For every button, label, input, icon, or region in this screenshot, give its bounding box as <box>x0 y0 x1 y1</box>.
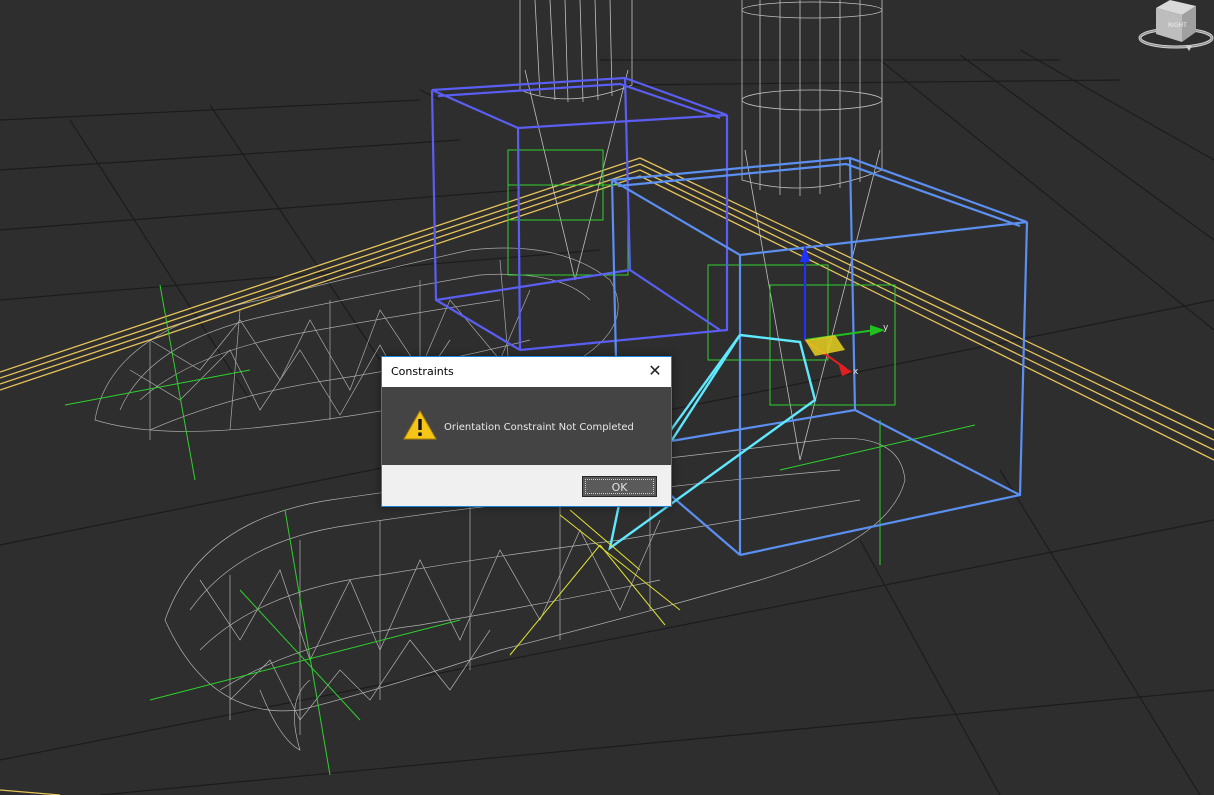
dialog-message: Orientation Constraint Not Completed <box>444 422 634 433</box>
close-icon: ✕ <box>648 363 662 380</box>
warning-icon <box>403 409 437 440</box>
gizmo-y-label: y <box>883 323 889 333</box>
close-button[interactable]: ✕ <box>639 357 671 387</box>
viewcube-face-label: RIGHT <box>1168 22 1187 29</box>
dialog-footer: OK <box>382 465 671 506</box>
dialog-titlebar[interactable]: Constraints ✕ <box>382 357 671 387</box>
3d-viewport[interactable]: y x RIGHT Constraints ✕ Orientation Cons… <box>0 0 1214 795</box>
constraints-dialog[interactable]: Constraints ✕ Orientation Constraint Not… <box>381 356 672 507</box>
bone-box-back <box>430 76 729 352</box>
gizmo-x-label: x <box>853 367 859 377</box>
viewcube-icon[interactable]: RIGHT <box>1134 0 1214 56</box>
viewcube[interactable]: RIGHT <box>1134 0 1214 56</box>
bone-box-front <box>608 156 1029 557</box>
dialog-body: Orientation Constraint Not Completed <box>382 387 671 465</box>
dialog-title: Constraints <box>391 365 454 378</box>
ok-button[interactable]: OK <box>582 476 657 497</box>
